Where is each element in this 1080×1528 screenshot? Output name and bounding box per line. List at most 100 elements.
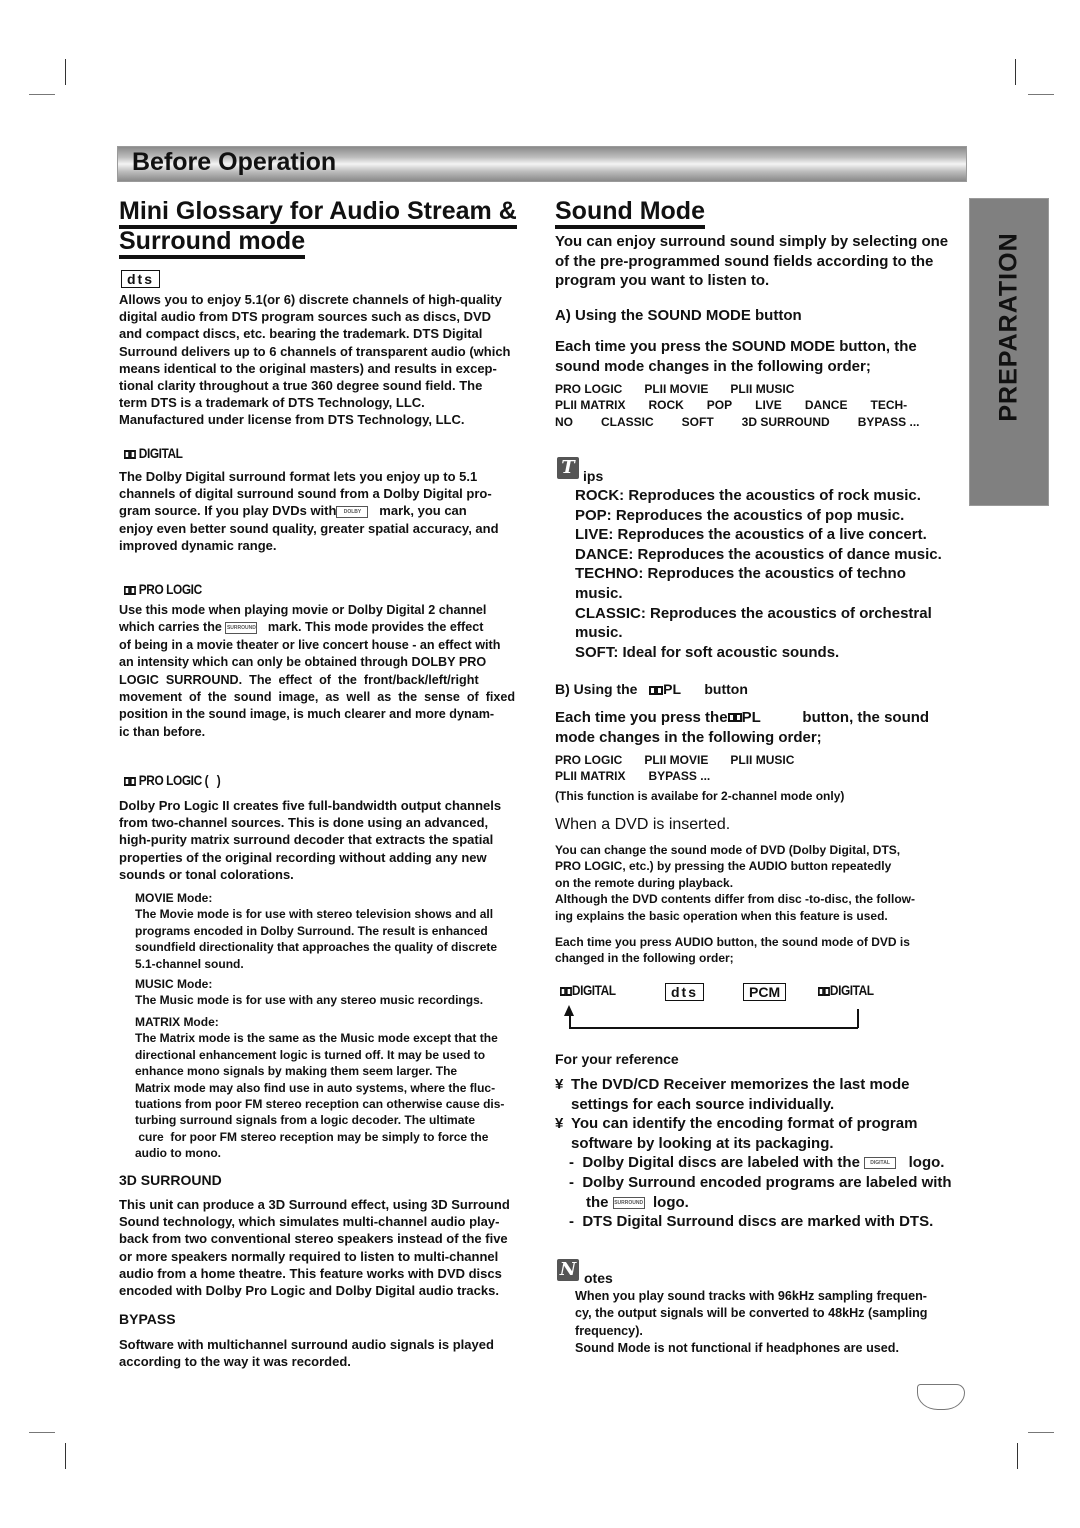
cycle-pcm: PCM <box>743 983 787 1001</box>
notes-label: otes <box>584 1270 613 1286</box>
notes-icon: N <box>557 1259 579 1281</box>
mode-item: PLII MATRIX <box>555 769 626 784</box>
bypass-heading: BYPASS <box>119 1311 176 1327</box>
cycle-connector <box>569 1027 858 1029</box>
matrix-mode: MATRIX Mode: The Matrix mode is the same… <box>135 1014 555 1162</box>
page-title: Before Operation <box>132 148 337 176</box>
section-a-text: Each time you press the SOUND MODE butto… <box>555 338 917 375</box>
cycle-dolby-digital: DIGITAL <box>560 982 616 999</box>
music-mode-title: MUSIC Mode: <box>135 977 213 991</box>
mode-item: POP <box>706 398 733 413</box>
tips-icon: T <box>557 457 579 479</box>
pro-logic-logo: PRO LOGIC <box>124 581 202 598</box>
sound-mode-sequence: PRO LOGIC PLII MOVIE PLII MUSIC PLII MATRIX… <box>555 381 965 430</box>
section-b-text: Each time you press the PL button, the so… <box>555 708 930 746</box>
3d-surround-description: This unit can produce a 3D Surround effe… <box>119 1197 510 1299</box>
cycle-connector <box>857 1009 859 1028</box>
text-line: term DTS is a trademark of DTS Technolog… <box>119 395 425 411</box>
pro-logic-ii-description: Dolby Pro Logic II creates five full-ban… <box>119 798 502 882</box>
dolby-digital-mini-logo: DIGITAL <box>864 1157 897 1170</box>
text-line: CLASSIC: Reproduces the acoustics of orc… <box>575 604 932 622</box>
double-d-icon <box>649 682 664 698</box>
crop-mark <box>29 94 55 95</box>
section-a-heading: A) Using the SOUND MODE button <box>555 307 802 324</box>
crop-mark <box>29 1432 55 1433</box>
double-d-icon <box>124 582 136 598</box>
sequence-row: PRO LOGIC PLII MOVIE PLII MUSIC <box>555 381 965 397</box>
chapter-label: PREPARATION <box>994 232 1023 422</box>
glossary-title: Mini Glossary for Audio Stream & <box>119 196 517 229</box>
crop-mark <box>65 59 66 85</box>
crop-mark <box>1028 94 1054 95</box>
tips-label: ips <box>583 468 604 484</box>
mode-item: PLII MOVIE <box>644 753 709 767</box>
double-d-icon <box>124 446 136 462</box>
matrix-mode-title: MATRIX Mode: <box>135 1015 219 1029</box>
text-line: music. <box>575 624 623 642</box>
dolby-surround-mini-logo: SURROUND <box>612 1196 645 1209</box>
dts-description: Allows you to enjoy 5.1(or 6) discrete c… <box>119 291 559 429</box>
double-d-icon <box>818 983 830 999</box>
sequence-row: NO CLASSIC SOFT 3D SURROUND BYPASS ... <box>555 414 965 430</box>
text-line: music. <box>575 584 623 602</box>
sequence-row: PRO LOGIC PLII MOVIE PLII MUSIC <box>555 752 965 768</box>
crop-mark <box>1017 1443 1018 1469</box>
page-number-badge <box>917 1384 965 1410</box>
text-line: digital audio from DTS program sources s… <box>119 309 492 325</box>
mode-item: CLASSIC <box>601 414 654 429</box>
section-header-bar: Before Operation <box>117 146 967 182</box>
section-b-note: (This function is availabe for 2-channel… <box>555 789 845 803</box>
double-d-icon <box>124 773 136 789</box>
text-line: TECHNO: Reproduces the acoustics of tech… <box>575 565 906 583</box>
mode-item: DANCE <box>804 398 848 413</box>
double-d-icon <box>727 708 742 728</box>
mode-item: 3D SURROUND <box>741 414 830 429</box>
mode-item: PLII MATRIX <box>555 398 626 413</box>
pl-sequence: PRO LOGIC PLII MOVIE PLII MUSIC PLII MATRIX… <box>555 752 965 785</box>
dvd-heading: When a DVD is inserted. <box>555 816 731 833</box>
text-line: DANCE: Reproduces the acoustics of dance… <box>575 545 942 563</box>
mode-item: ROCK <box>648 398 684 413</box>
text-line: and compact discs, etc. bearing the trad… <box>119 326 483 342</box>
mode-item: BYPASS ... <box>648 769 711 784</box>
music-mode: MUSIC Mode: The Music mode is for use wi… <box>135 976 555 1009</box>
mode-item: NO <box>555 414 573 429</box>
sound-mode-title: Sound Mode <box>555 196 705 229</box>
double-d-icon <box>560 983 572 999</box>
text-line: means identical to the original masters)… <box>119 360 497 376</box>
text-line: Manufactured under license from DTS Tech… <box>119 412 465 428</box>
mode-item: PRO LOGIC <box>555 382 623 396</box>
crop-mark <box>65 1443 66 1469</box>
dvd-text-2: Each time you press AUDIO button, the so… <box>555 935 910 966</box>
crop-mark <box>1015 59 1016 85</box>
cycle-dolby-digital-2: DIGITAL <box>818 982 874 999</box>
arrow-up-icon <box>564 1005 574 1016</box>
text-line: POP: Reproduces the acoustics of pop mus… <box>575 506 905 524</box>
text-line: LIVE: Reproduces the acoustics of a live… <box>575 526 927 544</box>
mode-item: BYPASS ... <box>857 414 920 429</box>
mode-item: PLII MUSIC <box>730 753 795 767</box>
text-line: SOFT: Ideal for soft acoustic sounds. <box>575 643 840 661</box>
glossary-title-line2: Surround mode <box>119 226 306 259</box>
sequence-row: PLII MATRIX BYPASS ... <box>555 768 965 784</box>
mode-item: SOFT <box>681 414 714 429</box>
movie-mode-title: MOVIE Mode: <box>135 891 213 905</box>
movie-mode: MOVIE Mode: The Movie mode is for use wi… <box>135 890 555 972</box>
mode-item: LIVE <box>755 398 782 413</box>
sequence-row: PLII MATRIX ROCK POP LIVE DANCE TECH- <box>555 397 965 413</box>
section-b-heading: B) Using the PL button <box>555 681 748 698</box>
reference-list: ¥ The DVD/CD Receiver memorizes the last … <box>555 1076 952 1231</box>
tips-list: ROCK: Reproduces the acoustics of rock m… <box>575 486 975 662</box>
text-line: Allows you to enjoy 5.1(or 6) discrete c… <box>119 292 502 307</box>
crop-mark <box>1028 1432 1054 1433</box>
3d-surround-heading: 3D SURROUND <box>119 1172 222 1188</box>
text-line: ROCK: Reproduces the acoustics of rock m… <box>575 487 921 504</box>
pro-logic-ii-logo: PRO LOGIC ( ) <box>124 772 221 789</box>
sound-mode-intro: You can enjoy surround sound simply by s… <box>555 233 949 290</box>
text-line: tional clarity throughout a true 360 deg… <box>119 378 483 394</box>
pro-logic-description: Use this mode when playing movie or Dolb… <box>119 603 516 739</box>
mode-item: PRO LOGIC <box>555 753 623 767</box>
dolby-digital-mini-logo: DOLBY <box>336 505 369 518</box>
mode-item: TECH- <box>870 398 908 413</box>
dts-logo: dts <box>121 270 160 288</box>
